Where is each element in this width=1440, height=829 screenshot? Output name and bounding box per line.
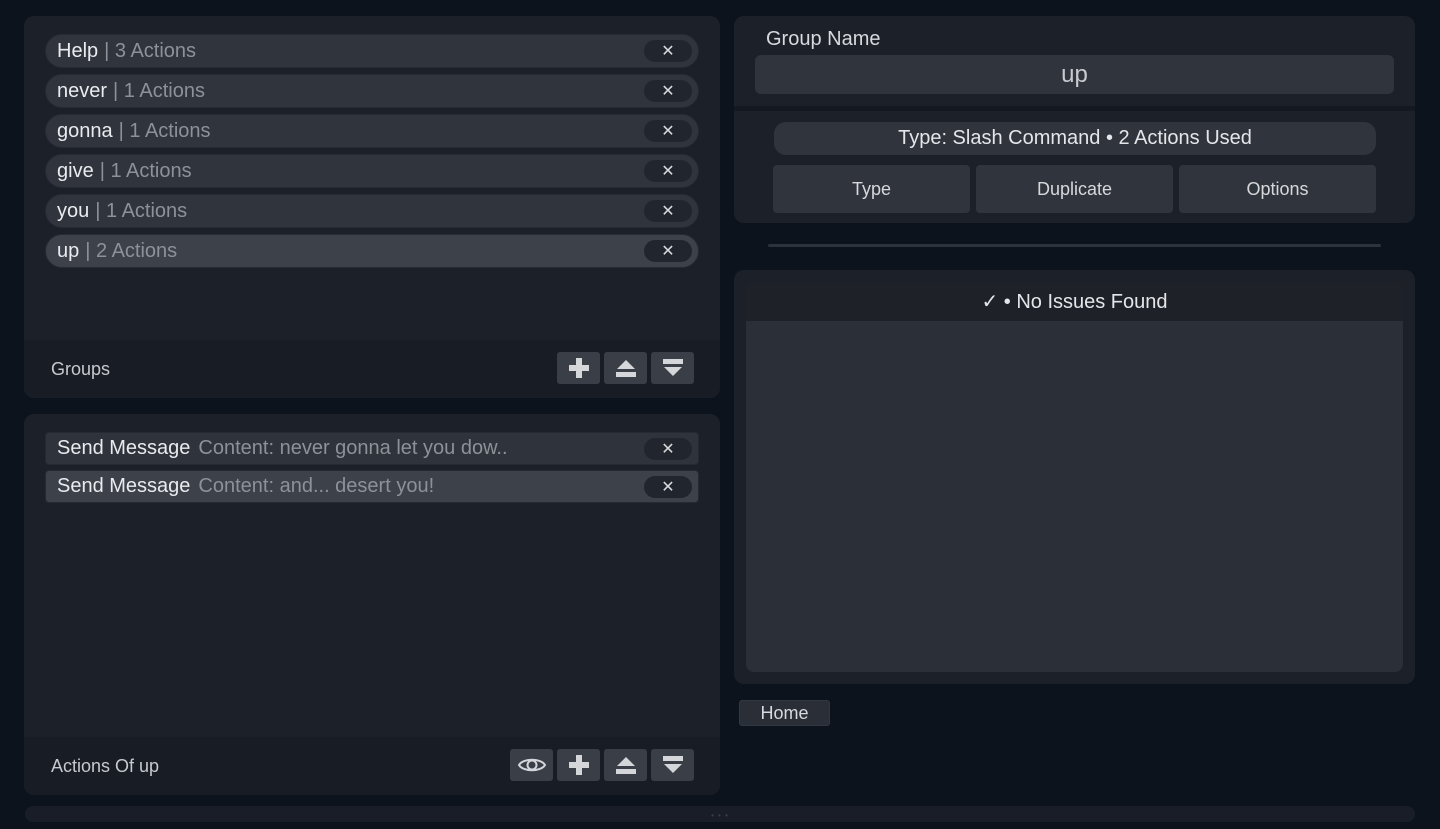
move-up-icon [615,757,636,774]
add-group-button[interactable] [557,352,600,384]
group-action-count: | 1 Actions [118,119,211,142]
group-action-count: | 3 Actions [104,39,197,62]
action-name: Send Message [57,437,191,459]
group-name-input[interactable]: up [755,55,1394,94]
issues-panel: ✓ • No Issues Found [734,270,1415,684]
remove-group-button[interactable]: ✕ [644,200,692,222]
actions-toolbar [510,749,694,781]
actions-footer: Actions Of up [24,737,720,795]
group-name: up [57,239,80,262]
close-icon: ✕ [661,123,675,140]
move-action-down-button[interactable] [651,749,694,781]
groups-footer: Groups [24,340,720,398]
remove-group-button[interactable]: ✕ [644,40,692,62]
group-action-count: | 1 Actions [113,79,205,102]
group-name: you [57,199,90,222]
group-editor-buttons: Type Duplicate Options [773,165,1376,213]
group-action-count: | 1 Actions [95,199,188,222]
group-editor-panel: Group Name up Type: Slash Command • 2 Ac… [734,16,1415,223]
actions-footer-label: Actions Of up [51,756,160,776]
close-icon: ✕ [661,43,675,60]
issues-status: ✓ • No Issues Found [746,282,1403,321]
remove-action-button[interactable]: ✕ [644,476,692,498]
action-item[interactable]: Send Message Content: and... desert you!… [45,470,699,503]
group-item-gonna[interactable]: gonna | 1 Actions ✕ [45,114,699,148]
group-item-you[interactable]: you | 1 Actions ✕ [45,194,699,228]
grip-icon: • • • [711,811,729,820]
close-icon: ✕ [661,479,675,496]
issues-list: ✓ • No Issues Found [746,282,1403,672]
type-button[interactable]: Type [773,165,970,213]
close-icon: ✕ [661,243,675,260]
action-name: Send Message [57,475,191,497]
bottom-resize-bar[interactable]: • • • [25,806,1415,822]
section-separator [734,106,1415,111]
actions-panel: Send Message Content: never gonna let yo… [24,414,720,795]
preview-actions-button[interactable] [510,749,553,781]
home-button[interactable]: Home [739,700,830,726]
move-action-up-button[interactable] [604,749,647,781]
group-item-give[interactable]: give | 1 Actions ✕ [45,154,699,188]
group-type-info: Type: Slash Command • 2 Actions Used [774,122,1376,155]
duplicate-button[interactable]: Duplicate [976,165,1173,213]
groups-toolbar [557,352,694,384]
plus-icon [568,358,589,378]
close-icon: ✕ [661,163,675,180]
eye-icon [517,758,546,772]
group-action-count: | 1 Actions [99,159,192,182]
action-content-preview: Content: never gonna let you dow.. [198,437,508,459]
action-content-preview: Content: and... desert you! [198,475,435,497]
remove-group-button[interactable]: ✕ [644,80,692,102]
options-button[interactable]: Options [1179,165,1376,213]
group-name: give [57,159,94,182]
plus-icon [568,755,589,775]
groups-panel: Help | 3 Actions ✕ never | 1 Actions ✕ g… [24,16,720,398]
move-up-icon [615,360,636,377]
groups-list: Help | 3 Actions ✕ never | 1 Actions ✕ g… [45,34,699,274]
move-group-down-button[interactable] [651,352,694,384]
group-name: gonna [57,119,113,142]
add-action-button[interactable] [557,749,600,781]
remove-group-button[interactable]: ✕ [644,120,692,142]
group-item-help[interactable]: Help | 3 Actions ✕ [45,34,699,68]
group-item-never[interactable]: never | 1 Actions ✕ [45,74,699,108]
move-down-icon [662,359,683,376]
close-icon: ✕ [661,83,675,100]
group-name-label: Group Name [766,28,881,50]
close-icon: ✕ [661,203,675,220]
move-down-icon [662,756,683,773]
group-name: never [57,79,108,102]
actions-list: Send Message Content: never gonna let yo… [45,432,699,508]
remove-group-button[interactable]: ✕ [644,160,692,182]
group-name: Help [57,39,99,62]
remove-group-button[interactable]: ✕ [644,240,692,262]
divider [768,244,1381,247]
group-action-count: | 2 Actions [85,239,178,262]
move-group-up-button[interactable] [604,352,647,384]
group-item-up[interactable]: up | 2 Actions ✕ [45,234,699,268]
action-item[interactable]: Send Message Content: never gonna let yo… [45,432,699,465]
remove-action-button[interactable]: ✕ [644,438,692,460]
close-icon: ✕ [661,441,675,458]
groups-footer-label: Groups [51,359,111,379]
